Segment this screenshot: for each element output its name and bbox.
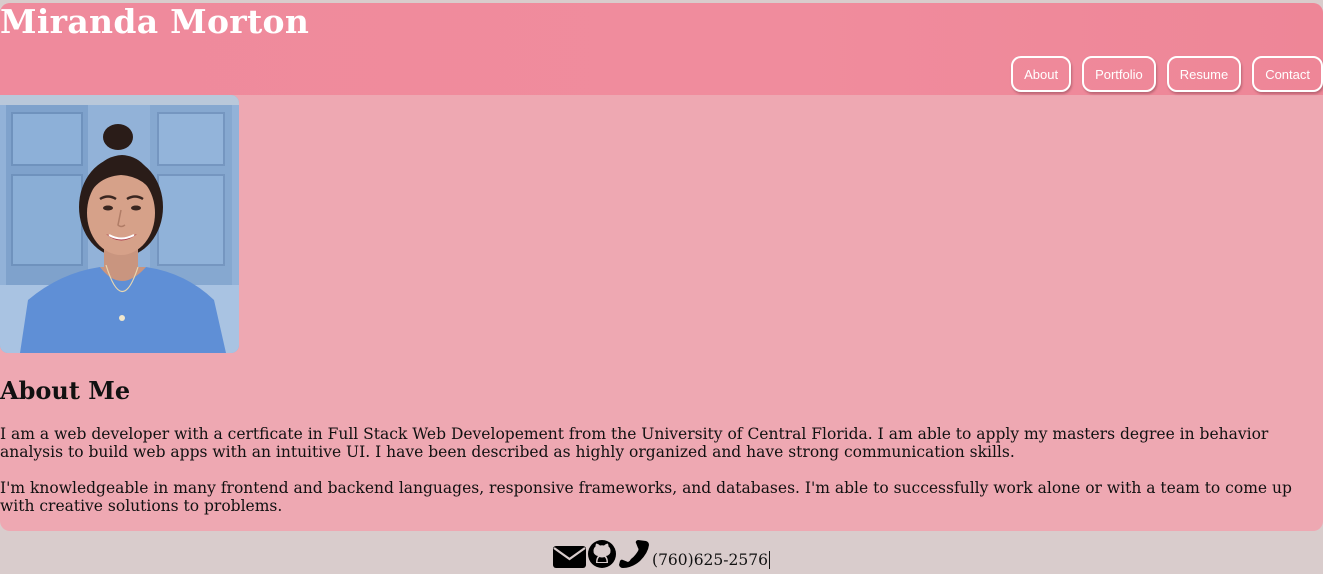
- header: Miranda Morton About Portfolio Resume Co…: [0, 3, 1323, 95]
- page: Miranda Morton About Portfolio Resume Co…: [0, 0, 1323, 574]
- about-paragraph-2: I'm knowledgeable in many frontend and b…: [0, 479, 1292, 515]
- phone-number[interactable]: (760)625-2576: [652, 551, 770, 569]
- profile-photo-illustration: [0, 95, 239, 353]
- github-icon[interactable]: [587, 539, 617, 569]
- footer: (760)625-2576: [0, 531, 1323, 574]
- profile-photo: [0, 95, 239, 353]
- about-heading: About Me: [0, 376, 131, 405]
- envelope-icon[interactable]: [553, 543, 587, 569]
- content-card: Miranda Morton About Portfolio Resume Co…: [0, 3, 1323, 531]
- nav-contact-button[interactable]: Contact: [1252, 56, 1323, 92]
- about-paragraph-1: I am a web developer with a certficate i…: [0, 425, 1269, 461]
- phone-icon[interactable]: [618, 539, 650, 569]
- nav-resume-button[interactable]: Resume: [1166, 56, 1242, 92]
- site-title: Miranda Morton: [0, 3, 310, 41]
- nav-about-button[interactable]: About: [1011, 56, 1072, 92]
- nav-portfolio-button[interactable]: Portfolio: [1082, 56, 1156, 92]
- contact-links: (760)625-2576: [553, 539, 770, 574]
- nav-bar: About Portfolio Resume Contact: [1011, 56, 1323, 92]
